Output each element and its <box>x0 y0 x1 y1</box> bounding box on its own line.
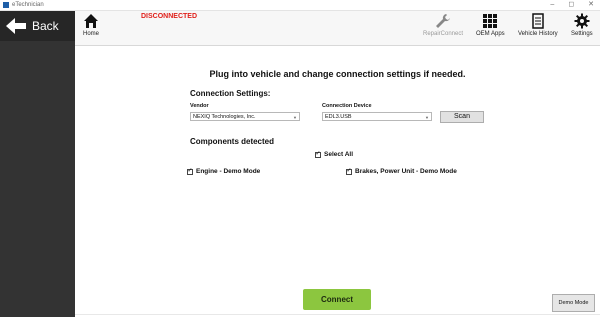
page-title: Plug into vehicle and change connection … <box>209 69 466 79</box>
arrow-left-icon <box>6 18 26 34</box>
select-all-checkbox[interactable]: ✓ Select All <box>315 151 353 158</box>
settings-button[interactable]: Settings <box>571 13 593 37</box>
connection-panel: Plug into vehicle and change connection … <box>75 46 600 317</box>
component-engine-checkbox[interactable]: ✓ Engine - Demo Mode <box>187 168 260 175</box>
grid-icon <box>483 14 498 28</box>
left-sidebar: Back <box>0 11 75 317</box>
demo-mode-button[interactable]: Demo Mode <box>552 294 595 312</box>
connection-settings-heading: Connection Settings: <box>190 89 271 98</box>
connect-button[interactable]: Connect <box>303 289 371 310</box>
oem-apps-label: OEM Apps <box>476 31 505 37</box>
window-title: eTechnician <box>12 2 44 8</box>
chevron-down-icon: ▼ <box>425 115 429 120</box>
vehicle-history-button[interactable]: Vehicle History <box>518 13 558 37</box>
vendor-label: Vendor <box>190 103 209 109</box>
home-button[interactable]: Home <box>83 13 99 37</box>
vendor-select[interactable]: NEXIQ Technologies, Inc. ▼ <box>190 112 300 121</box>
maximize-icon[interactable]: ◻ <box>568 0 574 10</box>
checkmark-icon: ✓ <box>346 167 352 174</box>
home-label: Home <box>83 31 100 37</box>
component-label: Brakes, Power Unit - Demo Mode <box>355 168 457 175</box>
checkmark-icon: ✓ <box>315 150 321 157</box>
close-icon[interactable]: ✕ <box>588 0 594 10</box>
home-icon <box>84 14 98 28</box>
divider <box>75 314 600 315</box>
top-toolbar: Home DISCONNECTED RepairConnect OEM Apps… <box>75 11 600 46</box>
vehicle-history-label: Vehicle History <box>518 31 558 37</box>
gear-icon <box>574 13 590 29</box>
repairconnect-label: RepairConnect <box>423 31 464 37</box>
components-heading: Components detected <box>190 137 275 146</box>
device-label: Connection Device <box>322 103 372 109</box>
repairconnect-button[interactable]: RepairConnect <box>423 13 463 37</box>
chevron-down-icon: ▼ <box>293 115 297 120</box>
connection-status: DISCONNECTED <box>141 13 198 20</box>
checkbox-box[interactable]: ✓ <box>346 167 352 175</box>
minimize-icon[interactable]: – <box>550 0 554 10</box>
app-logo-icon <box>3 2 9 8</box>
component-brakes-checkbox[interactable]: ✓ Brakes, Power Unit - Demo Mode <box>346 168 457 175</box>
window-controls: – ◻ ✕ <box>550 0 594 10</box>
select-all-label: Select All <box>324 151 354 158</box>
back-button[interactable]: Back <box>0 11 75 41</box>
checkbox-box[interactable]: ✓ <box>187 167 193 175</box>
component-label: Engine - Demo Mode <box>196 168 261 175</box>
oem-apps-button[interactable]: OEM Apps <box>476 13 505 37</box>
settings-label: Settings <box>571 31 593 37</box>
checkmark-icon: ✓ <box>187 167 193 174</box>
device-select[interactable]: EDL3.USB ▼ <box>322 112 432 121</box>
wrench-icon <box>436 14 451 28</box>
window-title-bar: eTechnician – ◻ ✕ <box>0 0 600 11</box>
vendor-value: NEXIQ Technologies, Inc. <box>193 114 256 120</box>
device-value: EDL3.USB <box>325 114 352 120</box>
scan-button[interactable]: Scan <box>440 111 484 123</box>
back-label: Back <box>32 19 59 33</box>
document-icon <box>532 13 544 29</box>
checkbox-box[interactable]: ✓ <box>315 150 321 158</box>
